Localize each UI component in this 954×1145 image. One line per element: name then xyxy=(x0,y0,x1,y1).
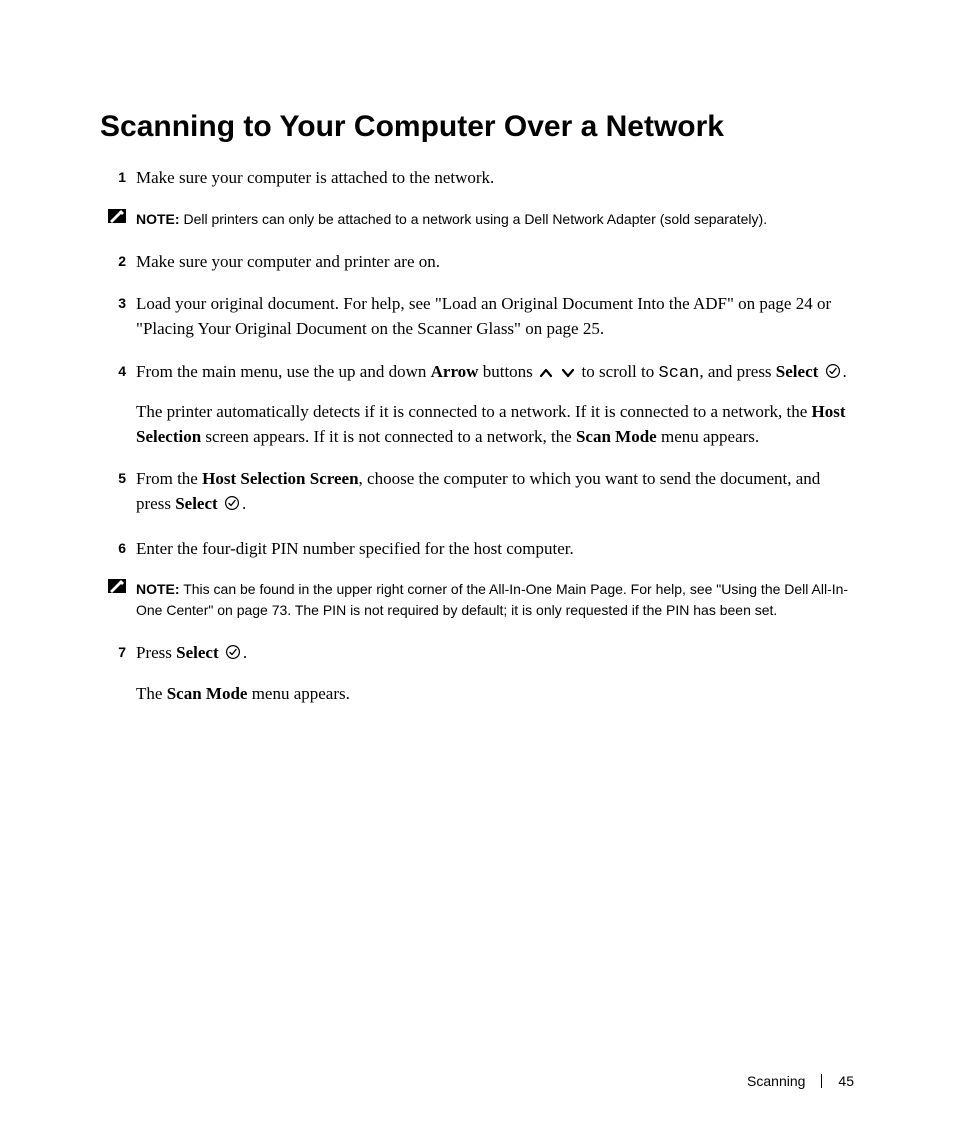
step-body: Load your original document. For help, s… xyxy=(136,292,854,341)
step-text: Load your original document. For help, s… xyxy=(136,292,854,341)
scan-mode-word: Scan Mode xyxy=(576,427,657,446)
step-number: 7 xyxy=(100,641,136,660)
step-number: 6 xyxy=(100,537,136,556)
step-text-2: The printer automatically detects if it … xyxy=(136,400,854,449)
step-3: 3 Load your original document. For help,… xyxy=(100,292,854,341)
scan-mode-word: Scan Mode xyxy=(167,684,248,703)
select-word: Select xyxy=(776,362,818,381)
note-body: NOTE: This can be found in the upper rig… xyxy=(136,579,854,621)
step-number: 5 xyxy=(100,467,136,486)
note-pencil-icon xyxy=(100,209,136,223)
select-check-icon xyxy=(825,362,841,387)
note-label: NOTE: xyxy=(136,211,180,227)
arrow-down-icon xyxy=(561,362,575,387)
step-text: Make sure your computer is attached to t… xyxy=(136,166,854,191)
arrow-up-icon xyxy=(539,362,553,387)
select-word: Select xyxy=(176,643,218,662)
step-text: Make sure your computer and printer are … xyxy=(136,250,854,275)
step-4: 4 From the main menu, use the up and dow… xyxy=(100,360,854,450)
step-text: From the Host Selection Screen, choose t… xyxy=(136,467,854,518)
footer-separator xyxy=(821,1074,822,1088)
note-1: NOTE: Dell printers can only be attached… xyxy=(100,209,854,230)
scan-word: Scan xyxy=(659,364,700,383)
select-check-icon xyxy=(224,494,240,519)
step-body: Press Select . The Scan Mode menu appear… xyxy=(136,641,854,706)
note-text: Dell printers can only be attached to a … xyxy=(180,211,768,227)
step-text: Enter the four-digit PIN number specifie… xyxy=(136,537,854,562)
select-word: Select xyxy=(175,494,217,513)
step-body: Make sure your computer is attached to t… xyxy=(136,166,854,191)
note-label: NOTE: xyxy=(136,581,180,597)
step-7: 7 Press Select . The Scan Mode menu appe… xyxy=(100,641,854,706)
footer-section: Scanning xyxy=(747,1073,805,1089)
step-body: Make sure your computer and printer are … xyxy=(136,250,854,275)
step-1: 1 Make sure your computer is attached to… xyxy=(100,166,854,191)
step-number: 3 xyxy=(100,292,136,311)
select-check-icon xyxy=(225,643,241,668)
note-2: NOTE: This can be found in the upper rig… xyxy=(100,579,854,621)
step-number: 2 xyxy=(100,250,136,269)
step-body: From the main menu, use the up and down … xyxy=(136,360,854,450)
footer-page-number: 45 xyxy=(838,1073,854,1089)
step-text: Press Select . xyxy=(136,641,854,668)
step-body: Enter the four-digit PIN number specifie… xyxy=(136,537,854,562)
step-2: 2 Make sure your computer and printer ar… xyxy=(100,250,854,275)
section-heading: Scanning to Your Computer Over a Network xyxy=(100,110,854,144)
step-number: 1 xyxy=(100,166,136,185)
step-body: From the Host Selection Screen, choose t… xyxy=(136,467,854,518)
step-text-2: The Scan Mode menu appears. xyxy=(136,682,854,707)
arrow-word: Arrow xyxy=(431,362,479,381)
step-number: 4 xyxy=(100,360,136,379)
page-footer: Scanning 45 xyxy=(747,1073,854,1089)
step-5: 5 From the Host Selection Screen, choose… xyxy=(100,467,854,518)
note-body: NOTE: Dell printers can only be attached… xyxy=(136,209,854,230)
step-6: 6 Enter the four-digit PIN number specif… xyxy=(100,537,854,562)
step-text: From the main menu, use the up and down … xyxy=(136,360,854,387)
note-text: This can be found in the upper right cor… xyxy=(136,581,848,618)
host-selection-screen-word: Host Selection Screen xyxy=(202,469,358,488)
document-page: Scanning to Your Computer Over a Network… xyxy=(0,0,954,1145)
note-pencil-icon xyxy=(100,579,136,593)
